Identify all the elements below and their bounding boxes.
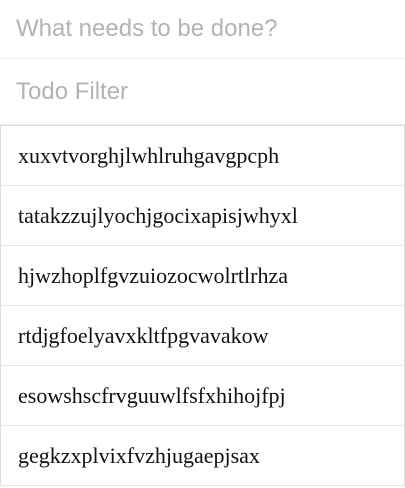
todo-item[interactable]: rtdjgfoelyavxkltfpgvavakow	[0, 306, 405, 366]
todo-filter-input[interactable]	[0, 59, 405, 125]
todo-label: hjwzhoplfgvzuiozocwolrtlrhza	[18, 262, 289, 288]
todo-label: rtdjgfoelyavxkltfpgvavakow	[18, 322, 269, 348]
todo-label: xuxvtvorghjlwhlruhgavgpcph	[18, 142, 280, 168]
todo-label: tatakzzujlyochjgocixapisjwhyxl	[18, 202, 298, 228]
todo-item[interactable]: esowshscfrvguuwlfsfxhihojfpj	[0, 366, 405, 426]
todo-item[interactable]: tatakzzujlyochjgocixapisjwhyxl	[0, 186, 405, 246]
todo-list: xuxvtvorghjlwhlruhgavgpcph tatakzzujlyoc…	[0, 125, 405, 486]
new-todo-input[interactable]	[0, 0, 405, 58]
new-todo-row	[0, 0, 405, 59]
todo-item[interactable]: hjwzhoplfgvzuiozocwolrtlrhza	[0, 246, 405, 306]
todo-item[interactable]: gegkzxplvixfvzhjugaepjsax	[0, 426, 405, 486]
todo-label: esowshscfrvguuwlfsfxhihojfpj	[18, 382, 286, 408]
todo-item[interactable]: xuxvtvorghjlwhlruhgavgpcph	[0, 126, 405, 186]
filter-row	[0, 59, 405, 125]
todo-label: gegkzxplvixfvzhjugaepjsax	[18, 442, 260, 468]
todo-app: xuxvtvorghjlwhlruhgavgpcph tatakzzujlyoc…	[0, 0, 405, 488]
